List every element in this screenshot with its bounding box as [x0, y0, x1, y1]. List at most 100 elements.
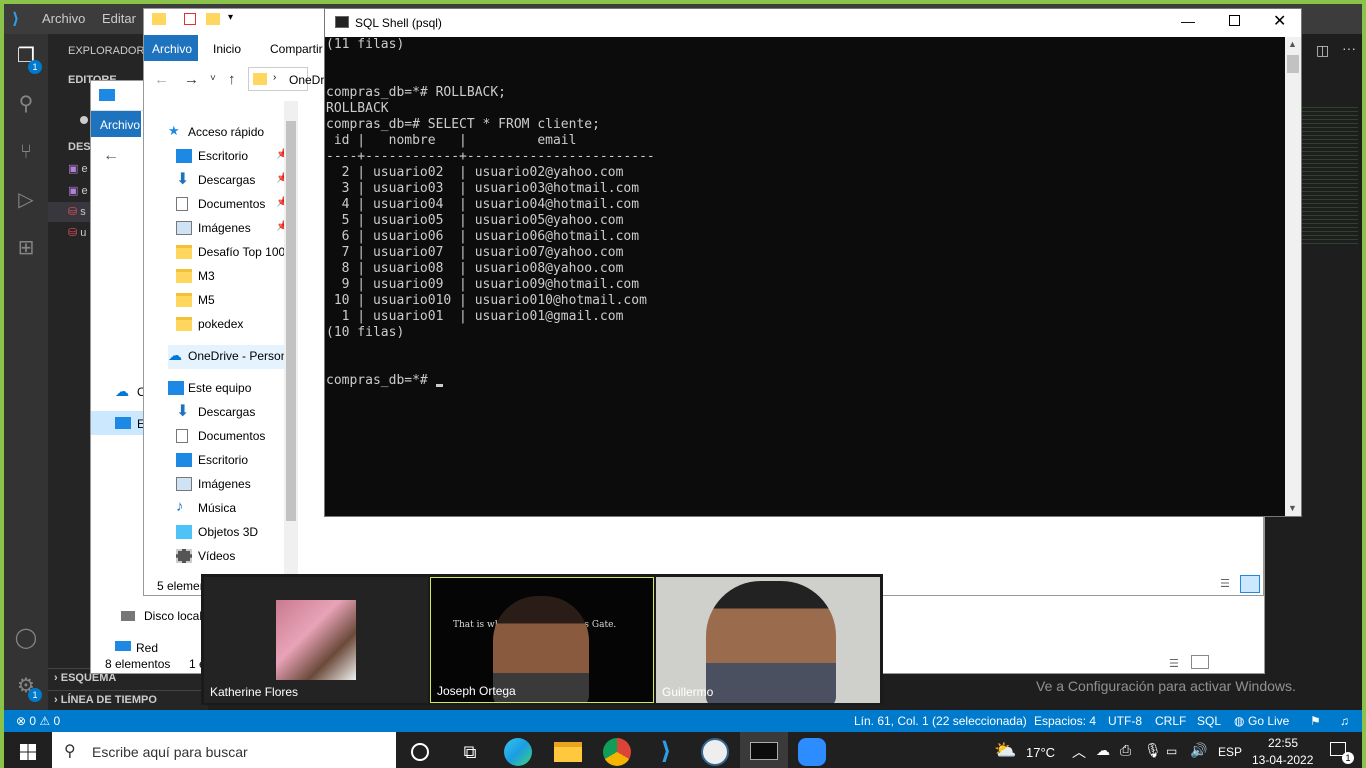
tiles-view-icon[interactable]: [1191, 655, 1209, 669]
more-actions-icon[interactable]: ···: [1342, 40, 1356, 56]
section-desktop[interactable]: DES: [68, 141, 91, 153]
language-mode[interactable]: SQL: [1197, 714, 1221, 728]
back-arrow-icon[interactable]: ←: [154, 71, 169, 88]
source-control-icon[interactable]: ⑂: [12, 138, 40, 166]
scroll-thumb[interactable]: [286, 121, 296, 521]
close-button[interactable]: ✕: [1273, 11, 1286, 31]
terminal-app-icon[interactable]: [750, 742, 778, 760]
folder-icon: [176, 245, 192, 259]
nav-escritorio[interactable]: Escritorio📌: [176, 145, 286, 169]
section-timeline[interactable]: › LÍNEA DE TIEMPO: [48, 690, 208, 710]
address-bar[interactable]: › OneDri: [248, 67, 327, 91]
extensions-icon[interactable]: ⊞: [12, 234, 40, 262]
nav-imagenes[interactable]: Imágenes📌: [176, 217, 286, 241]
zoom-icon[interactable]: [798, 738, 826, 766]
nav-pc-objetos3d[interactable]: Objetos 3D: [176, 521, 286, 545]
back-arrow-icon[interactable]: ←: [103, 147, 119, 165]
navigation-pane[interactable]: ★Acceso rápido Escritorio📌 ⬇Descargas📌 D…: [168, 117, 286, 577]
participant-tile[interactable]: Katherine Flores: [204, 577, 428, 703]
minimap[interactable]: [1302, 104, 1358, 244]
run-debug-icon[interactable]: ▷: [12, 186, 40, 214]
temperature[interactable]: 17°C: [1026, 745, 1055, 760]
nav-pc-documentos[interactable]: Documentos: [176, 425, 286, 449]
file-explorer-icon[interactable]: [554, 742, 582, 762]
nav-pc-imagenes[interactable]: Imágenes: [176, 473, 286, 497]
cursor-position[interactable]: Lín. 61, Col. 1 (22 seleccionada): [854, 714, 1027, 728]
network-label[interactable]: Red: [136, 641, 158, 655]
up-arrow-icon[interactable]: ↑: [228, 71, 236, 88]
line-endings[interactable]: CRLF: [1155, 714, 1186, 728]
indentation[interactable]: Espacios: 4: [1034, 714, 1096, 728]
nav-scrollbar[interactable]: [284, 101, 298, 577]
volume-icon[interactable]: 🔊: [1190, 742, 1207, 759]
onedrive-tray-icon[interactable]: ☁: [1096, 742, 1110, 759]
recent-chevron-icon[interactable]: ˅: [210, 73, 216, 84]
tray-chevron-icon[interactable]: ︿: [1072, 742, 1086, 762]
taskbar-search-box[interactable]: ⚲ Escribe aquí para buscar: [52, 732, 396, 768]
cortana-icon[interactable]: [411, 743, 429, 761]
terminal-scrollbar[interactable]: ▲ ▼: [1285, 37, 1301, 516]
dropdown-arrow-icon[interactable]: ▾: [228, 12, 233, 23]
task-view-icon[interactable]: ⧉: [456, 738, 484, 766]
search-icon[interactable]: ⚲: [12, 90, 40, 118]
clock-time[interactable]: 22:55: [1268, 736, 1298, 750]
notifications-bell-icon[interactable]: ♫: [1340, 714, 1349, 728]
battery-icon[interactable]: ▭: [1166, 744, 1177, 758]
feedback-icon[interactable]: ⚑: [1310, 714, 1321, 728]
explorer-front-titlebar: ▾: [144, 9, 344, 33]
split-editor-icon[interactable]: ◫: [1316, 42, 1329, 59]
nav-documentos[interactable]: Documentos📌: [176, 193, 286, 217]
ribbon-tab-compartir[interactable]: Compartir: [270, 42, 323, 56]
nav-pokedex[interactable]: pokedex: [176, 313, 286, 337]
nav-desafio[interactable]: Desafío Top 100: [176, 241, 286, 265]
scroll-up-icon[interactable]: ▲: [1288, 39, 1297, 49]
microphone-icon[interactable]: 🎙: [1144, 742, 1162, 759]
nav-this-pc[interactable]: Este equipo: [168, 377, 286, 401]
go-live-button[interactable]: Go Live: [1248, 714, 1289, 728]
details-view-icon[interactable]: ☰: [1220, 577, 1230, 590]
forward-arrow-icon[interactable]: →: [184, 71, 199, 88]
vscode-icon[interactable]: ⟩: [652, 738, 680, 766]
scroll-down-icon[interactable]: ▼: [1288, 503, 1297, 513]
disk-label[interactable]: Disco local: [144, 609, 202, 623]
desktop-icon: [176, 149, 192, 163]
clock-date[interactable]: 13-04-2022: [1252, 753, 1313, 767]
tiles-view-icon[interactable]: [1240, 575, 1260, 593]
pgadmin-icon[interactable]: [701, 738, 729, 766]
terminal-line: compras_db=*# ROLLBACK;: [326, 85, 507, 100]
language-indicator[interactable]: ESP: [1218, 745, 1242, 759]
nav-m5[interactable]: M5: [176, 289, 286, 313]
minimize-button[interactable]: —: [1181, 13, 1195, 29]
zoom-gallery[interactable]: Katherine Flores That is wh h Steins Gat…: [201, 574, 883, 705]
account-icon[interactable]: ◯: [12, 624, 40, 652]
nav-pc-descargas[interactable]: ⬇ Descargas: [176, 401, 286, 425]
nav-onedrive[interactable]: ☁ OneDrive - Person: [168, 345, 286, 369]
details-view-icon[interactable]: ☰: [1169, 657, 1179, 670]
terminal-output[interactable]: (11 filas) compras_db=*# ROLLBACK; ROLLBAC…: [325, 37, 1285, 516]
sql-shell-window[interactable]: SQL Shell (psql) — ✕ (11 filas) compras_d…: [324, 8, 1302, 517]
edge-icon[interactable]: [504, 738, 532, 766]
activation-subtitle: Ve a Configuración para activar Windows.: [1036, 678, 1296, 694]
menu-editar[interactable]: Editar: [102, 11, 136, 26]
encoding[interactable]: UTF-8: [1108, 714, 1142, 728]
ribbon-tab-inicio[interactable]: Inicio: [213, 42, 241, 56]
nav-pc-escritorio[interactable]: Escritorio: [176, 449, 286, 473]
quick-access[interactable]: ★ Acceso rápido: [168, 121, 286, 145]
explorer-back-file-tab[interactable]: Archivo: [91, 111, 141, 137]
meet-now-icon[interactable]: ⎙: [1120, 742, 1131, 759]
participant-tile[interactable]: Guillermo: [656, 577, 880, 703]
weather-icon[interactable]: ⛅: [994, 740, 1016, 761]
problems-indicator[interactable]: ⊗ 0 ⚠ 0: [16, 714, 60, 728]
nav-pc-musica[interactable]: ♪ Música: [176, 497, 286, 521]
nav-descargas[interactable]: ⬇Descargas📌: [176, 169, 286, 193]
nav-m3[interactable]: M3: [176, 265, 286, 289]
chrome-icon[interactable]: [603, 738, 631, 766]
participant-tile-active[interactable]: That is wh h Steins Gate. Joseph Ortega: [430, 577, 654, 703]
terminal-line: 4 | usuario04 | usuario04@hotmail.com: [326, 197, 640, 212]
start-windows-icon[interactable]: [20, 744, 36, 760]
scroll-thumb[interactable]: [1287, 55, 1299, 73]
ribbon-tab-archivo[interactable]: Archivo: [144, 35, 198, 61]
menu-archivo[interactable]: Archivo: [42, 11, 85, 26]
nav-pc-videos[interactable]: Vídeos: [176, 545, 286, 569]
maximize-button[interactable]: [1229, 15, 1240, 26]
